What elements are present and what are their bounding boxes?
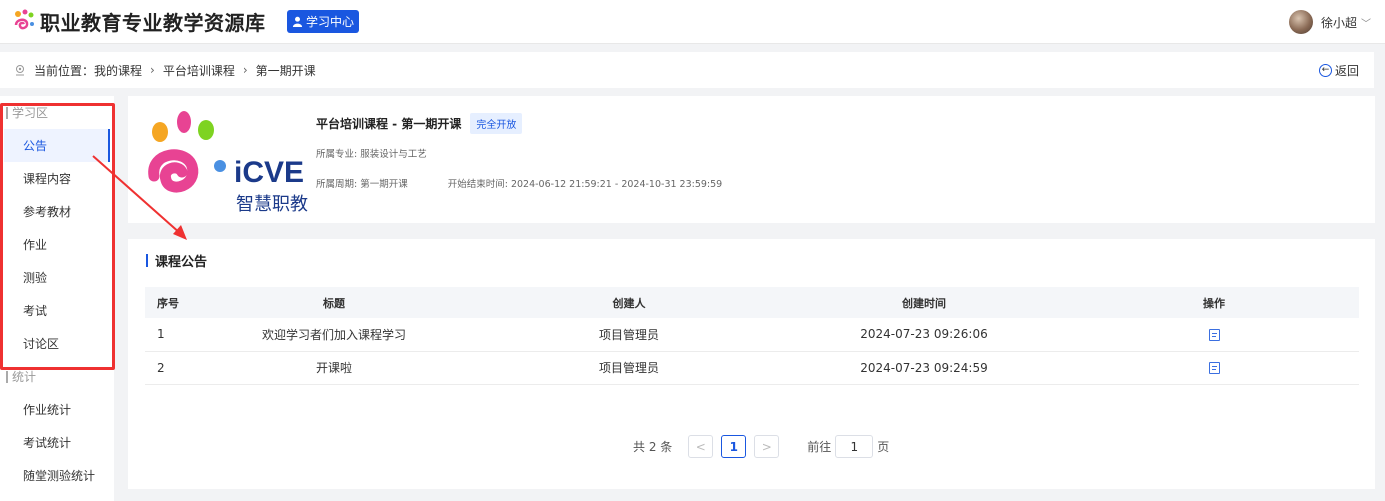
row-creator: 项目管理员 (479, 318, 779, 352)
top-bar: 职业教育专业教学资源库 学习中心 徐小超 ﹀ (0, 0, 1385, 44)
course-period-line: 所属周期: 第一期开课 开始结束时间: 2024-06-12 21:59:21 -… (316, 176, 722, 190)
site-title: 职业教育专业教学资源库 (40, 10, 266, 35)
row-creator: 项目管理员 (479, 351, 779, 385)
row-no: 1 (145, 318, 189, 352)
course-info-panel: iCVE 智慧职教 平台培训课程 - 第一期开课 完全开放 所属专业: 服装设计… (128, 96, 1375, 223)
study-center-button[interactable]: 学习中心 (287, 10, 360, 33)
sidebar-item-exam[interactable]: 考试 (0, 294, 114, 327)
logo-icon (14, 9, 34, 30)
sidebar-item-exam-stats[interactable]: 考试统计 (0, 426, 114, 459)
announcement-panel: 课程公告 序号 标题 创建人 创建时间 操作 1 欢迎学习者们加入课程学习 项目… (128, 239, 1375, 489)
svg-text:iCVE: iCVE (234, 156, 304, 189)
sidebar-section-study: 学习区 (0, 96, 114, 129)
view-detail-icon[interactable] (1208, 362, 1220, 374)
chevron-right-icon: › (150, 63, 155, 77)
svg-text:智慧职教: 智慧职教 (236, 194, 308, 214)
announcement-title: 课程公告 (146, 251, 207, 270)
user-name: 徐小超 (1320, 15, 1357, 30)
user-menu[interactable]: 徐小超 ﹀ (1288, 10, 1371, 34)
course-time-range: 开始结束时间: 2024-06-12 21:59:21 - 2024-10-31… (447, 179, 723, 190)
icve-logo: iCVE 智慧职教 (148, 111, 308, 214)
col-header-action: 操作 (1203, 296, 1225, 310)
table-row: 2 开课啦 项目管理员 2024-07-23 09:24:59 (145, 351, 1359, 385)
sidebar-item-quiz-stats[interactable]: 随堂测验统计 (0, 459, 114, 492)
sidebar-item-homework[interactable]: 作业 (0, 228, 114, 261)
breadcrumb-prefix: 当前位置： (34, 63, 95, 78)
row-time: 2024-07-23 09:26:06 (779, 318, 1069, 352)
sidebar-item-announcement[interactable]: 公告 (4, 129, 110, 162)
sidebar-item-course-content[interactable]: 课程内容 (0, 162, 114, 195)
location-icon (16, 65, 24, 76)
next-page-button[interactable]: > (754, 435, 780, 458)
study-center-label: 学习中心 (306, 15, 355, 29)
view-detail-icon[interactable] (1208, 328, 1220, 341)
course-title: 平台培训课程 - 第一期开课 完全开放 (316, 113, 523, 134)
row-time: 2024-07-23 09:24:59 (779, 351, 1069, 385)
breadcrumb: 当前位置： 我的课程 › 平台培训课程 › 第一期开课 ← 返回 (0, 52, 1374, 88)
breadcrumb-current: 第一期开课 (255, 63, 316, 78)
sidebar: 学习区 公告 课程内容 参考教材 作业 测验 考试 讨论区 统计 作业统计 考试… (0, 96, 114, 501)
col-header-title: 标题 (323, 296, 345, 310)
sidebar-item-textbooks[interactable]: 参考教材 (0, 195, 114, 228)
col-header-time: 创建时间 (902, 296, 946, 310)
row-action (1069, 351, 1359, 385)
row-action (1069, 318, 1359, 352)
avatar (1288, 10, 1313, 34)
course-period: 所属周期: 第一期开课 (316, 179, 408, 190)
page-1-button[interactable]: 1 (721, 435, 747, 458)
sidebar-item-discussion[interactable]: 讨论区 (0, 327, 114, 360)
chevron-right-icon: › (242, 63, 248, 77)
table-header: 序号 标题 创建人 创建时间 操作 (145, 287, 1359, 318)
back-arrow-icon: ← (1318, 64, 1332, 77)
announcement-table: 序号 标题 创建人 创建时间 操作 1 欢迎学习者们加入课程学习 项目管理员 2… (145, 287, 1359, 385)
page-unit-label: 页 (877, 440, 890, 454)
site-logo[interactable]: 职业教育专业教学资源库 (12, 7, 266, 35)
row-no: 2 (145, 351, 189, 385)
back-label: 返回 (1334, 64, 1359, 78)
open-status-badge: 完全开放 (470, 113, 523, 134)
col-header-creator: 创建人 (612, 296, 646, 310)
user-icon (292, 16, 303, 27)
chevron-down-icon: ﹀ (1361, 18, 1371, 30)
sidebar-section-stats: 统计 (0, 360, 114, 393)
page-jump-input[interactable] (835, 435, 874, 458)
goto-label: 前往 (807, 440, 832, 454)
sidebar-item-homework-stats[interactable]: 作业统计 (0, 393, 114, 426)
total-count: 共 2 条 (633, 440, 673, 454)
pagination: 共 2 条 < 1 > 前往 页 (633, 435, 889, 458)
row-title[interactable]: 欢迎学习者们加入课程学习 (189, 318, 479, 352)
table-row: 1 欢迎学习者们加入课程学习 项目管理员 2024-07-23 09:26:06 (145, 318, 1359, 352)
col-header-no: 序号 (157, 296, 179, 310)
breadcrumb-course[interactable]: 平台培训课程 (163, 62, 235, 79)
course-major: 所属专业: 服装设计与工艺 (316, 149, 427, 160)
sidebar-item-quiz[interactable]: 测验 (0, 261, 114, 294)
back-button[interactable]: ← 返回 (1318, 62, 1359, 79)
prev-page-button[interactable]: < (688, 435, 714, 458)
breadcrumb-my-courses[interactable]: 我的课程 (94, 62, 142, 79)
row-title[interactable]: 开课啦 (189, 351, 479, 385)
